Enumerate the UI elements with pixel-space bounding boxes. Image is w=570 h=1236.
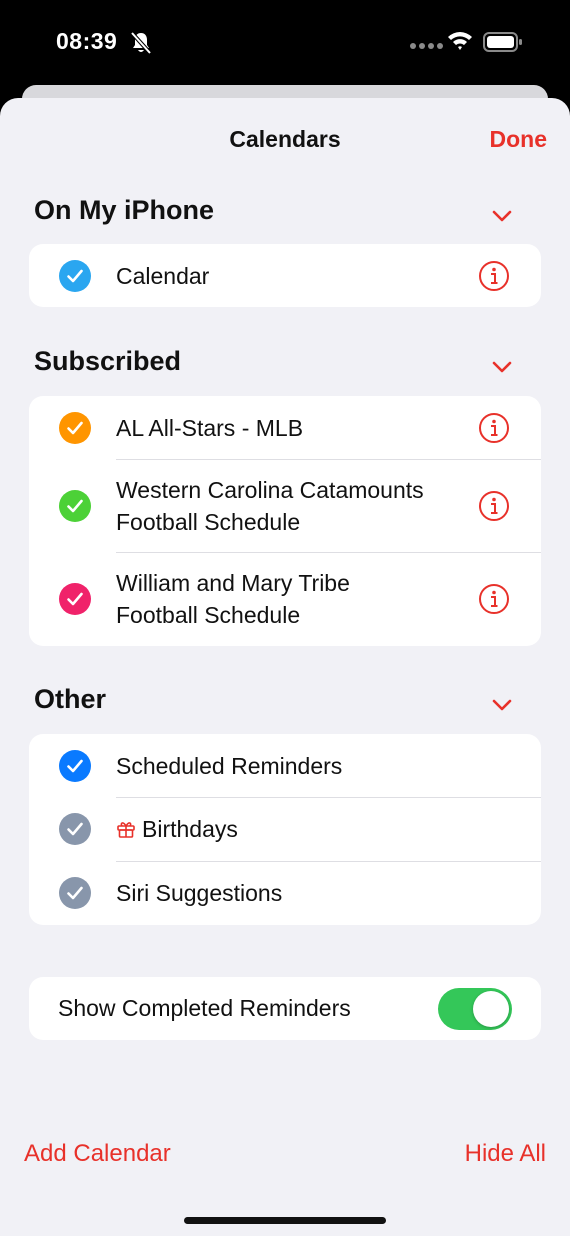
section-header-subscribed: Subscribed	[34, 346, 182, 376]
calendar-row[interactable]: Scheduled Reminders	[29, 734, 541, 797]
section-header-on-my-iphone: On My iPhone	[34, 195, 215, 225]
calendar-row[interactable]: Siri Suggestions	[29, 861, 541, 925]
calendar-row[interactable]: AL All-Stars - MLB	[29, 396, 541, 459]
checkmark-icon[interactable]	[59, 260, 91, 292]
calendars-sheet: Calendars Done On My iPhone Calendar Sub…	[0, 98, 570, 1236]
checkmark-icon[interactable]	[59, 412, 91, 444]
info-icon[interactable]	[478, 260, 510, 292]
battery-icon	[483, 32, 523, 57]
chevron-down-icon[interactable]	[492, 209, 512, 223]
checkmark-icon[interactable]	[59, 877, 91, 909]
checkmark-icon[interactable]	[59, 813, 91, 845]
calendar-row[interactable]: William and Mary Tribe Football Schedule	[29, 552, 541, 646]
info-icon[interactable]	[478, 490, 510, 522]
chevron-down-icon[interactable]	[492, 360, 512, 374]
info-icon[interactable]	[478, 583, 510, 615]
group-subscribed: AL All-Stars - MLB Western Carolina Cata…	[29, 396, 541, 646]
home-indicator	[184, 1217, 386, 1224]
group-other: Scheduled Reminders Birthdays Siri Sugge…	[29, 734, 541, 925]
calendar-row[interactable]: Calendar	[29, 244, 541, 307]
calendar-row[interactable]: Birthdays	[29, 797, 541, 861]
checkmark-icon[interactable]	[59, 490, 91, 522]
calendar-label: William and Mary Tribe Football Schedule	[116, 570, 350, 628]
calendar-label: Siri Suggestions	[116, 880, 283, 906]
status-time: 08:39	[56, 28, 118, 54]
show-completed-reminders-row: Show Completed Reminders	[29, 977, 541, 1040]
sheet-title: Calendars	[229, 126, 341, 152]
calendar-label: AL All-Stars - MLB	[116, 415, 304, 441]
silent-bell-icon	[130, 31, 152, 60]
add-calendar-button[interactable]: Add Calendar	[24, 1140, 171, 1168]
toggle-knob	[473, 991, 509, 1027]
calendar-label: Western Carolina Catamounts Football Sche…	[116, 477, 424, 535]
info-icon[interactable]	[478, 412, 510, 444]
checkmark-icon[interactable]	[59, 583, 91, 615]
done-button[interactable]: Done	[490, 126, 548, 153]
checkmark-icon[interactable]	[59, 750, 91, 782]
show-completed-label: Show Completed Reminders	[58, 995, 351, 1021]
chevron-down-icon[interactable]	[492, 698, 512, 712]
wifi-icon	[447, 30, 473, 57]
calendar-label: Scheduled Reminders	[116, 753, 343, 779]
calendar-label: Birthdays	[116, 813, 238, 845]
calendar-row[interactable]: Western Carolina Catamounts Football Sche…	[29, 459, 541, 552]
gift-icon	[117, 822, 135, 838]
hide-all-button[interactable]: Hide All	[465, 1140, 546, 1168]
cellular-signal-icon	[410, 43, 443, 49]
status-bar: 08:39	[0, 0, 570, 90]
section-header-other: Other	[34, 684, 107, 714]
group-on-my-iphone: Calendar	[29, 244, 541, 307]
show-completed-toggle[interactable]	[438, 988, 512, 1030]
calendar-label: Calendar	[116, 263, 210, 289]
